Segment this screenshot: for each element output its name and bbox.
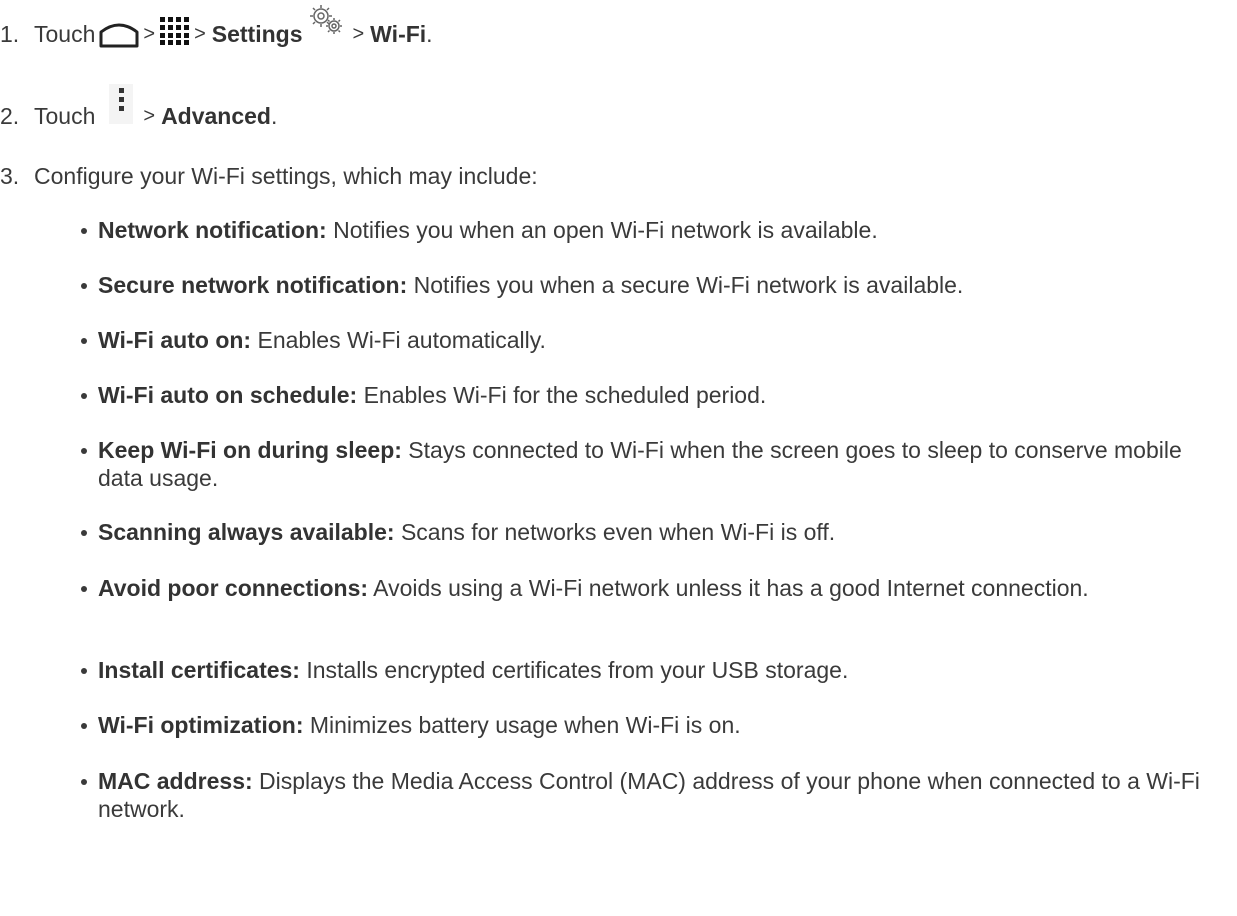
item-text: Installs encrypted certificates from you… <box>299 657 849 683</box>
bullet-dot <box>81 283 87 289</box>
bullet-dot <box>81 530 87 536</box>
item-text: Notifies you when a secure Wi-Fi network… <box>407 272 964 298</box>
list-item: Scanning always available: Scans for net… <box>81 518 1218 546</box>
list-item: Secure network notification: Notifies yo… <box>81 271 1218 299</box>
list-item: Keep Wi-Fi on during sleep: Stays connec… <box>81 436 1218 492</box>
bullet-dot <box>81 586 87 592</box>
bullet-dot <box>81 668 87 674</box>
item-title: Network notification: <box>98 217 327 243</box>
settings-gear-icon <box>308 2 344 38</box>
instructions-page: 1. Touch > > Settings > Wi-Fi . 2. Touch… <box>0 0 1237 916</box>
list-item: MAC address: Displays the Media Access C… <box>81 767 1218 823</box>
item-title: Avoid poor connections: <box>98 575 369 601</box>
step-2-touch-text: Touch <box>34 103 96 129</box>
step-2-number: 2. <box>0 103 20 129</box>
menu-overflow-icon <box>109 84 134 124</box>
list-item: Wi-Fi auto on: Enables Wi-Fi automatical… <box>81 326 1218 354</box>
list-item: Avoid poor connections: Avoids using a W… <box>81 574 1218 602</box>
advanced-label: Advanced <box>161 103 271 129</box>
list-item: Install certificates: Installs encrypted… <box>81 656 1218 684</box>
step-1-end: . <box>426 21 433 47</box>
item-title: Scanning always available: <box>98 519 395 545</box>
bullet-dot <box>81 228 87 234</box>
item-title: MAC address: <box>98 768 253 794</box>
item-title: Keep Wi-Fi on during sleep: <box>98 437 402 463</box>
item-title: Wi-Fi optimization: <box>98 712 304 738</box>
item-title: Secure network notification: <box>98 272 408 298</box>
home-icon <box>99 20 139 48</box>
item-title: Wi-Fi auto on schedule: <box>98 382 358 408</box>
step-1-sep-2: > <box>194 23 206 45</box>
step-3-text: Configure your Wi-Fi settings, which may… <box>34 163 538 189</box>
bullet-dot <box>81 448 87 454</box>
step-1: 1. Touch > > Settings > Wi-Fi . <box>0 5 433 52</box>
list-item: Wi-Fi optimization: Minimizes battery us… <box>81 711 1218 739</box>
step-3-number: 3. <box>0 163 20 189</box>
bullet-dot <box>81 779 87 785</box>
item-text: Displays the Media Access Control (MAC) … <box>98 768 1200 822</box>
step-1-number: 1. <box>0 21 20 47</box>
bullet-dot <box>81 723 87 729</box>
step-1-sep-3: > <box>352 23 365 45</box>
item-text: Avoids using a Wi-Fi network unless it h… <box>368 575 1089 601</box>
step-2-end: . <box>271 103 278 129</box>
settings-label: Settings <box>211 21 303 47</box>
item-title: Install certificates: <box>98 657 300 683</box>
item-text: Minimizes battery usage when Wi-Fi is on… <box>303 712 741 738</box>
item-text: Notifies you when an open Wi-Fi network … <box>326 217 878 243</box>
wifi-label: Wi-Fi <box>370 21 427 47</box>
item-text: Enables Wi-Fi automatically. <box>251 327 546 353</box>
item-text: Enables Wi-Fi for the scheduled period. <box>357 382 767 408</box>
step-1-touch-text: Touch <box>34 21 96 47</box>
step-3: 3. Configure your Wi-Fi settings, which … <box>0 162 538 190</box>
bullet-dot <box>81 393 87 399</box>
step-2: 2. Touch > Advanced . <box>0 84 278 136</box>
item-title: Wi-Fi auto on: <box>98 327 252 353</box>
apps-grid-icon <box>160 17 190 45</box>
step-2-sep: > <box>143 105 156 127</box>
item-text: Scans for networks even when Wi-Fi is of… <box>394 519 836 545</box>
list-item: Wi-Fi auto on schedule: Enables Wi-Fi fo… <box>81 381 1218 409</box>
bullet-dot <box>81 338 87 344</box>
list-item: Network notification: Notifies you when … <box>81 216 1218 244</box>
step-1-sep-1: > <box>143 23 156 45</box>
